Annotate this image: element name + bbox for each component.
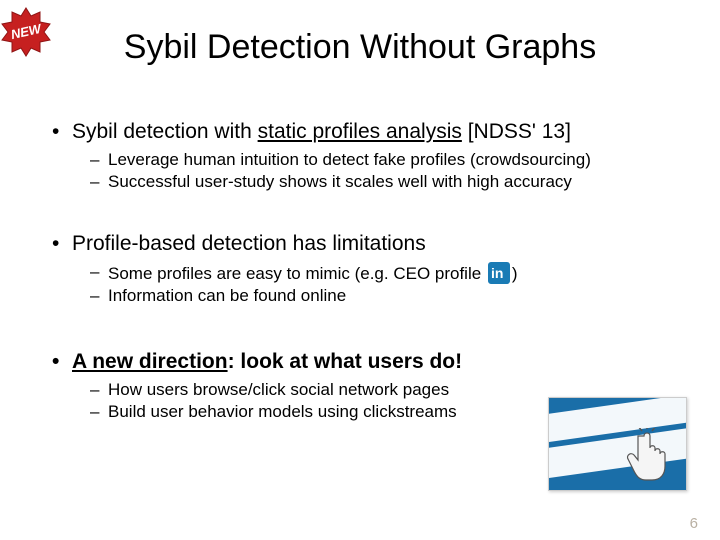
bullet-3-underline: A new direction xyxy=(72,350,228,373)
bullet-1-post: [NDSS' 13] xyxy=(462,120,571,143)
sub-bullet: Information can be found online xyxy=(90,286,670,306)
slide-title: Sybil Detection Without Graphs xyxy=(0,28,720,67)
slide: NEW Sybil Detection Without Graphs Sybil… xyxy=(0,0,720,540)
bullet-2: Profile-based detection has limitations xyxy=(50,232,670,256)
sub-bullet: Leverage human intuition to detect fake … xyxy=(90,150,670,170)
linkedin-icon: in xyxy=(488,262,510,284)
page-number: 6 xyxy=(690,515,698,532)
bullet-group-2: Profile-based detection has limitations … xyxy=(50,232,670,306)
bullet-1-underline: static profiles analysis xyxy=(258,120,462,143)
hand-cursor-icon xyxy=(624,428,674,484)
svg-text:in: in xyxy=(491,265,503,281)
sub-bullet-inline: Some profiles are easy to mimic (e.g. CE… xyxy=(90,262,670,284)
sub-inline-post: ) xyxy=(512,264,518,283)
bullet-group-1: Sybil detection with static profiles ana… xyxy=(50,120,670,192)
sub-inline-pre: Some profiles are easy to mimic (e.g. CE… xyxy=(108,264,486,283)
clickstream-image xyxy=(548,397,687,491)
bullet-1-pre: Sybil detection with xyxy=(72,120,258,143)
sub-bullet: Successful user-study shows it scales we… xyxy=(90,172,670,192)
bullet-3-post: : look at what users do! xyxy=(228,350,463,373)
bullet-3: A new direction: look at what users do! xyxy=(50,350,670,374)
slide-body: Sybil detection with static profiles ana… xyxy=(50,120,670,424)
bullet-1: Sybil detection with static profiles ana… xyxy=(50,120,670,144)
